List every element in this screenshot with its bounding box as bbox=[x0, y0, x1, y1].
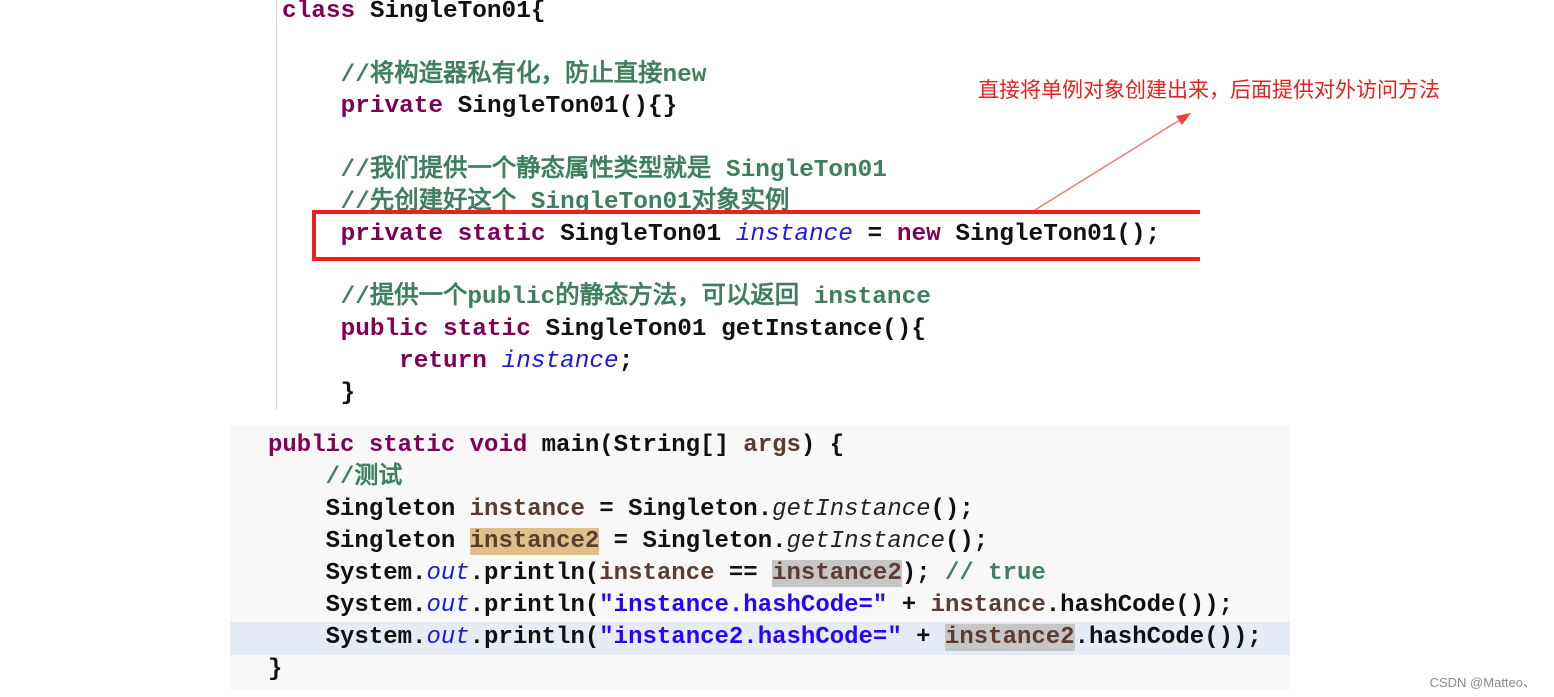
code-token: .println( bbox=[469, 560, 600, 587]
code-token: (); bbox=[944, 528, 989, 555]
code-token: instance bbox=[930, 592, 1046, 619]
code-token: // true bbox=[944, 560, 1046, 587]
code-token: = Singleton. bbox=[599, 528, 787, 555]
code-token: System. bbox=[268, 624, 427, 651]
code-line: public static void main(String[] args) { bbox=[268, 430, 844, 462]
code-token: .hashCode()); bbox=[1045, 592, 1233, 619]
code-token: ) { bbox=[800, 432, 845, 459]
code-token: + bbox=[901, 624, 945, 651]
code-token: getInstance bbox=[786, 528, 945, 555]
code-token: Singleton bbox=[268, 496, 470, 523]
code-token: args bbox=[743, 432, 801, 459]
code-line: } bbox=[268, 654, 282, 686]
code-token: (); bbox=[930, 496, 974, 523]
code-token: Singleton bbox=[268, 528, 470, 555]
code-token: instance bbox=[599, 560, 715, 587]
code-token: .hashCode()); bbox=[1074, 624, 1262, 651]
code-token: System. bbox=[268, 592, 427, 619]
code-token: main(String[] bbox=[541, 432, 744, 459]
code-token: "instance2.hashCode=" bbox=[599, 624, 902, 651]
code-token: public static void bbox=[268, 432, 542, 459]
code-token: "instance.hashCode=" bbox=[599, 592, 888, 619]
code-token: instance2 bbox=[772, 560, 902, 587]
code-token: out bbox=[426, 624, 470, 651]
code-token: System. bbox=[268, 560, 427, 587]
arrow-line bbox=[1034, 117, 1184, 211]
code-line: //测试 bbox=[268, 462, 403, 494]
code-token: = Singleton. bbox=[584, 496, 773, 523]
code-token: } bbox=[268, 656, 283, 683]
code-token: + bbox=[887, 592, 931, 619]
code-line: System.out.println("instance2.hashCode="… bbox=[268, 622, 1262, 654]
code-token: getInstance bbox=[772, 496, 931, 523]
code-token: .println( bbox=[469, 624, 600, 651]
annotation-text: 直接将单例对象创建出来，后面提供对外访问方法 bbox=[978, 78, 1440, 102]
code-token: out bbox=[426, 592, 470, 619]
code-token: //测试 bbox=[268, 464, 403, 491]
arrow-head-icon bbox=[1176, 113, 1191, 125]
watermark: CSDN @Matteo、 bbox=[1429, 675, 1536, 690]
code-token: .println( bbox=[469, 592, 600, 619]
code-line: Singleton instance2 = Singleton.getInsta… bbox=[268, 526, 988, 558]
code-token: instance2 bbox=[944, 624, 1075, 651]
code-token: ); bbox=[901, 560, 945, 587]
code-line: Singleton instance = Singleton.getInstan… bbox=[268, 494, 974, 526]
code-token: == bbox=[714, 560, 773, 587]
code-token: instance2 bbox=[469, 528, 600, 555]
main-method-code: public static void main(String[] args) {… bbox=[230, 425, 1290, 690]
code-line: System.out.println(instance == instance2… bbox=[268, 558, 1046, 590]
code-token: out bbox=[426, 560, 470, 587]
code-token: instance bbox=[469, 496, 585, 523]
code-line: System.out.println("instance.hashCode=" … bbox=[268, 590, 1233, 622]
